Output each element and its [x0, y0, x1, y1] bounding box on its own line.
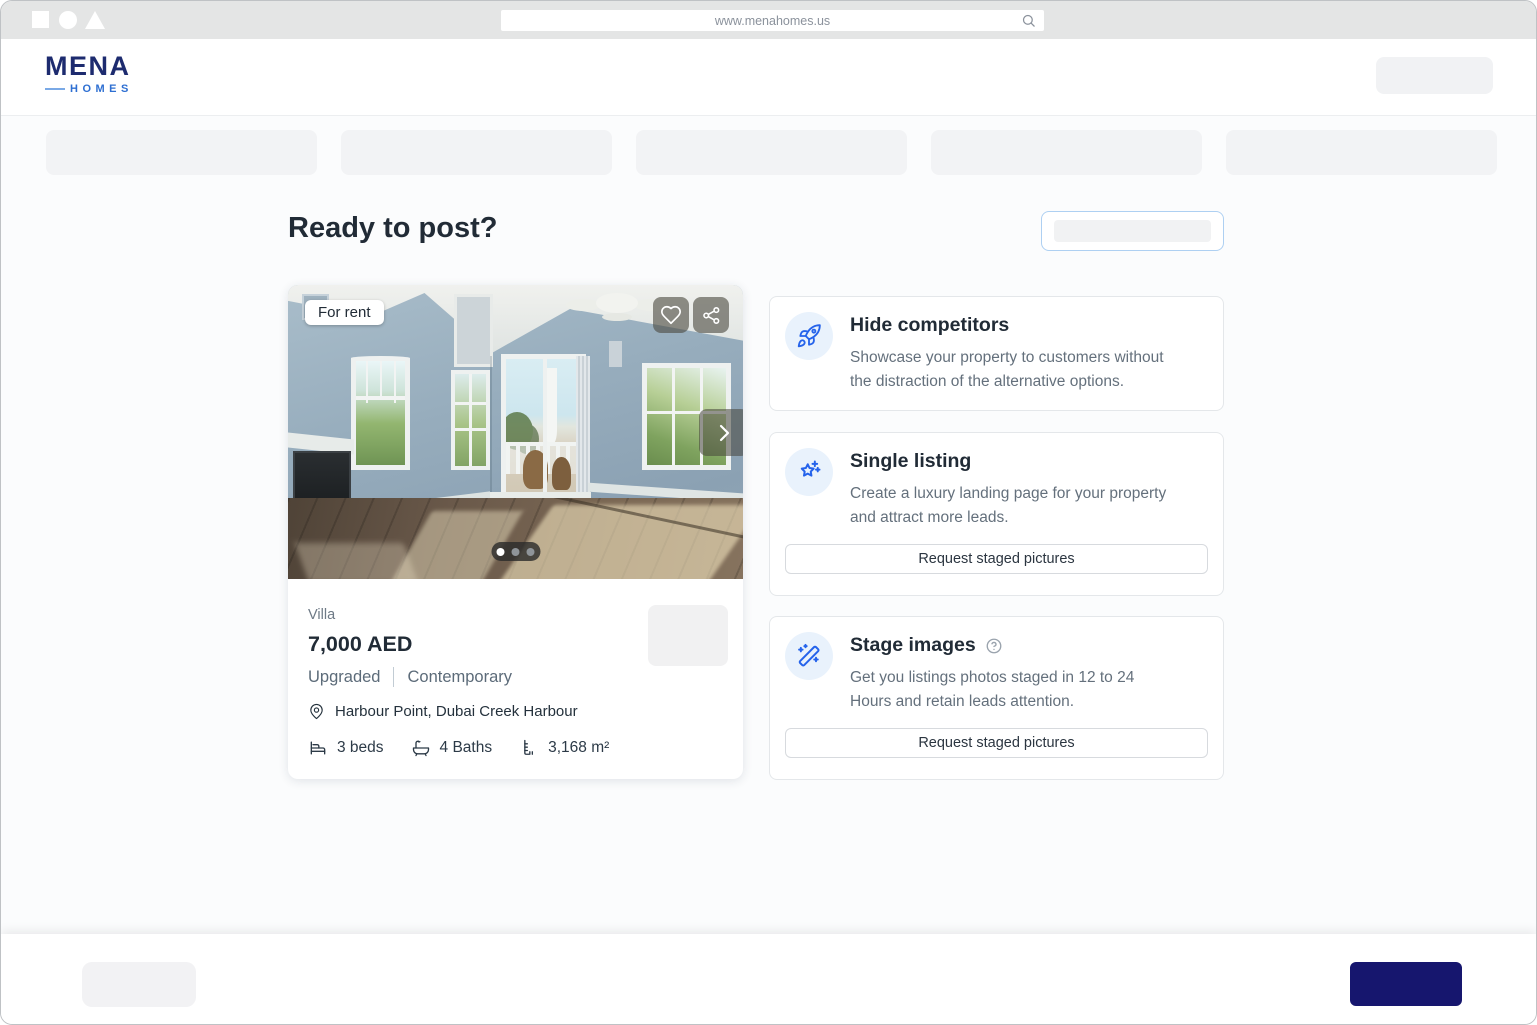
photo-center-window: [451, 370, 490, 470]
feature-beds: 3 beds: [308, 738, 384, 758]
property-tag: Upgraded: [308, 668, 380, 687]
service-description: Showcase your property to customers with…: [850, 346, 1164, 394]
service-card-hide-competitors: Hide competitors Showcase your property …: [769, 296, 1224, 411]
footer-secondary-placeholder[interactable]: [82, 962, 196, 1007]
window-control-square[interactable]: [32, 11, 49, 28]
service-title: Stage images: [850, 634, 976, 657]
carousel-dot[interactable]: [527, 548, 535, 556]
nav-chip-placeholder[interactable]: [46, 130, 317, 175]
star-sparkles-icon: [795, 458, 823, 486]
feature-label: 3,168 m²: [548, 739, 609, 757]
brand-logo[interactable]: MENA HOMES: [45, 53, 133, 95]
request-staged-pictures-button[interactable]: Request staged pictures: [785, 728, 1208, 758]
brand-logo-subtext: HOMES: [70, 83, 133, 95]
footer-bar: [1, 934, 1536, 1024]
property-tags: Upgraded Contemporary: [308, 667, 723, 687]
area-icon: [519, 738, 539, 758]
bath-icon: [411, 738, 431, 758]
photo-door-frame: [543, 359, 547, 506]
favorite-button[interactable]: [653, 297, 689, 333]
rocket-icon: [796, 323, 822, 349]
nav-chip-placeholder[interactable]: [1226, 130, 1497, 175]
browser-window: www.menahomes.us MENA HOMES Ready to pos…: [0, 0, 1537, 1025]
photo-arched-window: [351, 356, 410, 471]
brand-logo-text: MENA: [45, 53, 133, 80]
browser-chrome: www.menahomes.us: [1, 1, 1536, 39]
nav-chip-placeholder[interactable]: [341, 130, 612, 175]
nav-chip-placeholder[interactable]: [931, 130, 1202, 175]
photo-sun-patch: [294, 543, 418, 579]
window-control-circle[interactable]: [59, 11, 77, 29]
heart-icon: [660, 304, 682, 326]
magic-wand-icon: [795, 642, 823, 670]
window-control-triangle[interactable]: [85, 11, 105, 29]
service-icon-circle: [785, 632, 833, 680]
title-action-placeholder: [1054, 220, 1211, 242]
site-header: MENA HOMES: [1, 39, 1536, 116]
tag-divider: [393, 667, 394, 687]
feature-label: 4 Baths: [440, 739, 493, 757]
service-title: Hide competitors: [850, 314, 1009, 337]
status-badge: For rent: [305, 300, 384, 325]
address-bar[interactable]: www.menahomes.us: [501, 10, 1044, 31]
photo-speaker: [609, 341, 622, 367]
help-icon[interactable]: [985, 637, 1003, 655]
footer-primary-button[interactable]: [1350, 962, 1462, 1006]
nav-chips-row: [46, 130, 1497, 175]
service-card-single-listing: Single listing Create a luxury landing p…: [769, 432, 1224, 596]
share-icon: [701, 305, 722, 326]
service-description: Create a luxury landing page for your pr…: [850, 482, 1166, 530]
photo-wall-panel: [454, 294, 493, 368]
chevron-right-icon: [712, 421, 736, 445]
property-photo: For rent: [288, 285, 743, 579]
service-icon-circle: [785, 448, 833, 496]
photo-sliding-door: [501, 354, 587, 511]
request-staged-pictures-button[interactable]: Request staged pictures: [785, 544, 1208, 574]
property-listing-card[interactable]: For rent Vill: [288, 285, 743, 779]
url-text: www.menahomes.us: [715, 14, 830, 28]
property-location: Harbour Point, Dubai Creek Harbour: [308, 703, 723, 720]
bed-icon: [308, 738, 328, 758]
photo-vertical-blind: [576, 356, 590, 500]
nav-chip-placeholder[interactable]: [636, 130, 907, 175]
photo-floor: [288, 498, 743, 579]
service-title: Single listing: [850, 450, 971, 473]
service-card-stage-images: Stage images Get you listings photos sta…: [769, 616, 1224, 780]
share-button[interactable]: [693, 297, 729, 333]
property-tag: Contemporary: [407, 668, 512, 687]
header-action-placeholder[interactable]: [1376, 57, 1493, 94]
location-text: Harbour Point, Dubai Creek Harbour: [335, 703, 578, 720]
carousel-dot-active[interactable]: [497, 548, 505, 556]
title-action-button[interactable]: [1041, 211, 1224, 251]
property-features: 3 beds 4 Baths 3,168 m²: [308, 738, 723, 758]
feature-baths: 4 Baths: [411, 738, 493, 758]
feature-area: 3,168 m²: [519, 738, 609, 758]
carousel-dots[interactable]: [491, 542, 540, 561]
location-pin-icon: [308, 703, 325, 720]
service-description: Get you listings photos staged in 12 to …: [850, 666, 1134, 714]
listing-details: Villa 7,000 AED Upgraded Contemporary Ha…: [288, 579, 743, 758]
page-title: Ready to post?: [288, 212, 497, 245]
search-icon[interactable]: [1021, 13, 1036, 28]
logo-dash: [45, 88, 65, 91]
service-icon-circle: [785, 312, 833, 360]
listing-thumbnail-placeholder: [648, 605, 728, 666]
carousel-dot[interactable]: [512, 548, 520, 556]
carousel-next-button[interactable]: [699, 409, 743, 456]
feature-label: 3 beds: [337, 739, 384, 757]
